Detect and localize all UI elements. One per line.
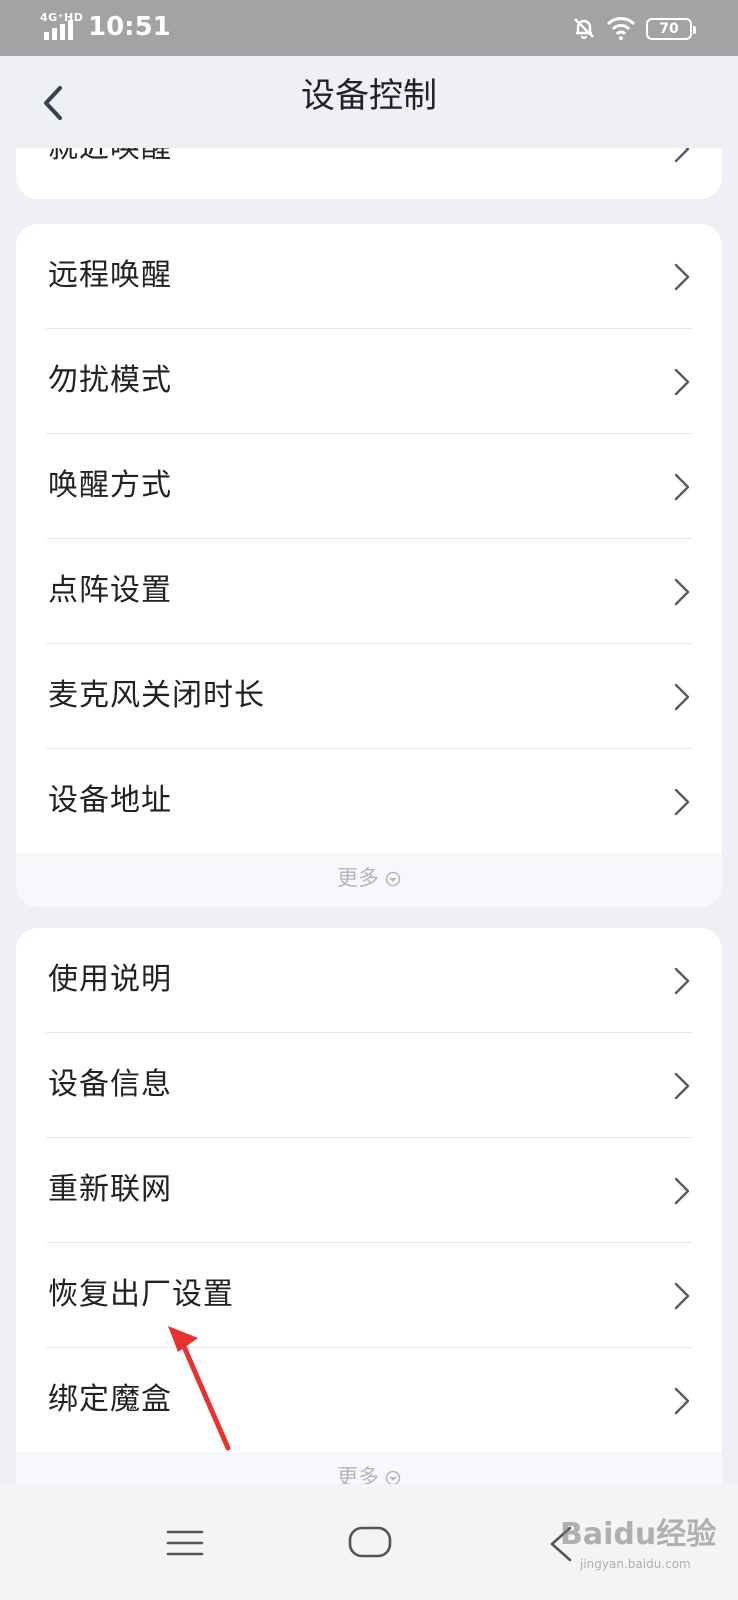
status-bar: 4G⁺HD 10:51 70 [0,0,738,56]
settings-item-do-not-disturb[interactable]: 勿扰模式 [46,329,692,434]
settings-item-label: 使用说明 [48,962,172,997]
settings-item-label: 麦克风关闭时长 [48,678,265,713]
chevron-right-icon [674,788,690,816]
settings-item-device-info[interactable]: 设备信息 [46,1033,692,1138]
chevron-right-icon [674,1072,690,1100]
chevron-right-icon [674,683,690,711]
settings-item-instructions[interactable]: 使用说明 [46,928,692,1033]
chevron-right-icon [674,263,690,291]
app-header: 设备控制 [0,56,738,148]
settings-card-2: 远程唤醒 勿扰模式 唤醒方式 点阵设置 麦克风关闭时长 设备地址 更多 [16,224,722,907]
settings-item-remote-wake[interactable]: 远程唤醒 [46,224,692,329]
watermark-text: Baidu经验 [560,1517,716,1552]
settings-item-label: 唤醒方式 [48,468,172,503]
page-title: 设备控制 [301,76,437,116]
battery-level: 70 [659,21,679,37]
settings-item-label: 勿扰模式 [48,363,172,398]
system-nav-bar: Baidu经验 jingyan.baidu.com [0,1484,738,1600]
baidu-watermark: Baidu经验 jingyan.baidu.com [560,1517,716,1571]
annotation-arrow-icon [168,1326,231,1451]
chevron-right-icon [674,1177,690,1205]
chevron-down-circle-icon [385,871,401,887]
settings-card-3: 使用说明 设备信息 重新联网 恢复出厂设置 绑定魔盒 更多 [16,928,722,1506]
chevron-right-icon [674,1282,690,1310]
settings-item-label: 绑定魔盒 [48,1382,172,1417]
settings-item-reconnect-network[interactable]: 重新联网 [46,1138,692,1243]
watermark-subtext: jingyan.baidu.com [579,1557,691,1571]
menu-icon[interactable] [166,1528,204,1558]
settings-item-label: 重新联网 [48,1172,172,1207]
settings-item-device-address[interactable]: 设备地址 [46,749,692,853]
settings-item-label: 设备地址 [48,783,172,818]
home-button[interactable] [348,1526,392,1558]
signal-icon [44,20,73,40]
settings-item-wake-method[interactable]: 唤醒方式 [46,434,692,539]
settings-item-bind-box[interactable]: 绑定魔盒 [46,1348,692,1452]
settings-item-mic-off-duration[interactable]: 麦克风关闭时长 [46,644,692,749]
more-button[interactable]: 更多 [16,853,722,907]
chevron-right-icon [674,1387,690,1415]
chevron-right-icon [674,473,690,501]
settings-item-label: 点阵设置 [48,573,172,608]
chevron-right-icon [674,368,690,396]
settings-item-label: 设备信息 [48,1067,172,1102]
chevron-right-icon [674,967,690,995]
settings-item-label: 远程唤醒 [48,258,172,293]
more-label: 更多 [337,866,379,890]
clock: 10:51 [88,12,171,42]
settings-item-dot-matrix[interactable]: 点阵设置 [46,539,692,644]
wifi-icon [606,17,636,40]
chevron-right-icon [674,578,690,606]
settings-item-factory-reset[interactable]: 恢复出厂设置 [46,1243,692,1348]
bell-muted-icon [574,18,594,40]
battery-indicator: 70 [646,18,696,40]
